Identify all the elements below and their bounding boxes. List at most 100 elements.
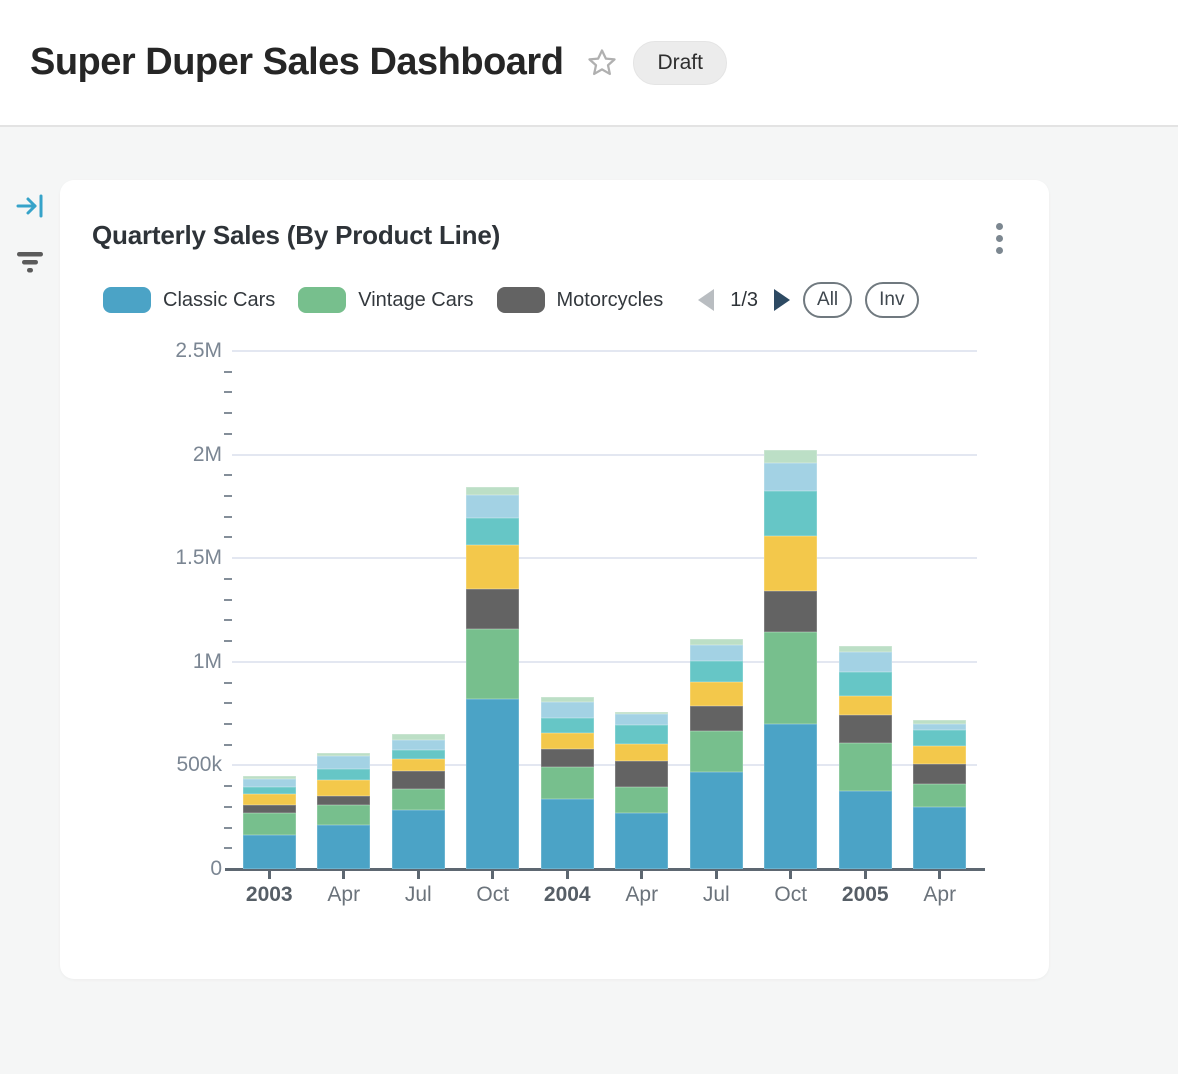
bar-segment-unlabeled-7[interactable] — [392, 734, 445, 740]
bar-segment-vintage-cars[interactable] — [690, 731, 743, 772]
x-tick-label: Jul — [381, 883, 455, 907]
bar-segment-unlabeled-4[interactable] — [615, 744, 668, 760]
x-tick — [715, 871, 718, 879]
bar-segment-motorcycles[interactable] — [317, 796, 370, 805]
bar-segment-motorcycles[interactable] — [615, 761, 668, 787]
x-tick — [491, 871, 494, 879]
y-minor-tick — [224, 516, 232, 518]
bar-segment-vintage-cars[interactable] — [764, 632, 817, 724]
bar-segment-unlabeled-7[interactable] — [317, 753, 370, 757]
bar-segment-vintage-cars[interactable] — [243, 813, 296, 835]
bar-segment-vintage-cars[interactable] — [392, 789, 445, 810]
bar-segment-unlabeled-6[interactable] — [690, 645, 743, 661]
bar-segment-vintage-cars[interactable] — [541, 767, 594, 799]
bar-segment-unlabeled-7[interactable] — [541, 697, 594, 702]
x-tick-label: 2005 — [828, 883, 902, 907]
bar-segment-unlabeled-7[interactable] — [243, 776, 296, 779]
x-tick — [268, 871, 271, 879]
bar-segment-unlabeled-4[interactable] — [317, 780, 370, 796]
x-tick — [566, 871, 569, 879]
bar-segment-unlabeled-6[interactable] — [615, 714, 668, 724]
bar-segment-vintage-cars[interactable] — [466, 629, 519, 699]
x-tick-label: 2003 — [232, 883, 306, 907]
bar-segment-motorcycles[interactable] — [541, 749, 594, 767]
bar-segment-unlabeled-4[interactable] — [243, 794, 296, 805]
bar-segment-vintage-cars[interactable] — [839, 743, 892, 791]
bar-segment-classic-cars[interactable] — [913, 807, 966, 869]
y-minor-tick — [224, 495, 232, 497]
bar-segment-unlabeled-4[interactable] — [541, 733, 594, 749]
bar-segment-motorcycles[interactable] — [690, 706, 743, 731]
bar-segment-classic-cars[interactable] — [764, 724, 817, 869]
bar-segment-unlabeled-5[interactable] — [243, 787, 296, 795]
arrow-to-bar-icon — [15, 193, 45, 219]
bar-segment-classic-cars[interactable] — [317, 825, 370, 869]
bar-segment-unlabeled-6[interactable] — [317, 756, 370, 769]
bar-segment-unlabeled-7[interactable] — [690, 639, 743, 645]
bar-segment-unlabeled-7[interactable] — [913, 720, 966, 724]
star-icon — [586, 47, 618, 79]
bar-segment-unlabeled-4[interactable] — [690, 682, 743, 706]
bar-segment-motorcycles[interactable] — [839, 715, 892, 743]
bar-segment-unlabeled-4[interactable] — [913, 746, 966, 764]
left-rail — [12, 188, 52, 300]
bar-segment-classic-cars[interactable] — [839, 791, 892, 869]
bar-segment-motorcycles[interactable] — [913, 764, 966, 785]
favorite-star-button[interactable] — [585, 46, 619, 80]
y-minor-tick — [224, 599, 232, 601]
bar-segment-unlabeled-5[interactable] — [913, 730, 966, 746]
filter-button[interactable] — [12, 244, 48, 280]
y-minor-tick — [224, 827, 232, 829]
bar-segment-unlabeled-5[interactable] — [317, 769, 370, 780]
bar-segment-unlabeled-5[interactable] — [541, 718, 594, 733]
bar-segment-motorcycles[interactable] — [243, 805, 296, 813]
bar-segment-unlabeled-7[interactable] — [466, 487, 519, 495]
y-tick-label: 1.5M — [160, 546, 222, 570]
x-tick-label: Oct — [754, 883, 828, 907]
bar-segment-unlabeled-6[interactable] — [392, 740, 445, 751]
bar-segment-unlabeled-6[interactable] — [243, 779, 296, 787]
bar-segment-unlabeled-4[interactable] — [839, 696, 892, 715]
x-tick-label: Apr — [605, 883, 679, 907]
bar-segment-unlabeled-7[interactable] — [839, 646, 892, 652]
x-tick-label: Oct — [456, 883, 530, 907]
bar-segment-unlabeled-6[interactable] — [913, 724, 966, 730]
y-minor-tick — [224, 847, 232, 849]
bar-segment-unlabeled-6[interactable] — [541, 702, 594, 718]
bar-segment-unlabeled-5[interactable] — [690, 661, 743, 682]
x-tick-label: Apr — [307, 883, 381, 907]
y-tick-label: 500k — [160, 753, 222, 777]
bar-segment-unlabeled-5[interactable] — [392, 750, 445, 758]
bar-segment-classic-cars[interactable] — [615, 813, 668, 869]
y-minor-tick — [224, 371, 232, 373]
bar-segment-unlabeled-4[interactable] — [764, 536, 817, 590]
bar-segment-classic-cars[interactable] — [466, 699, 519, 869]
bar-segment-unlabeled-5[interactable] — [615, 725, 668, 745]
y-tick-label: 0 — [160, 857, 222, 881]
bar-segment-vintage-cars[interactable] — [615, 787, 668, 813]
bar-segment-unlabeled-4[interactable] — [466, 545, 519, 589]
gridline — [232, 557, 977, 559]
bar-segment-unlabeled-6[interactable] — [839, 652, 892, 672]
bar-segment-motorcycles[interactable] — [392, 771, 445, 789]
bar-segment-unlabeled-4[interactable] — [392, 759, 445, 771]
y-minor-tick — [224, 391, 232, 393]
bar-segment-motorcycles[interactable] — [764, 591, 817, 633]
bar-segment-unlabeled-7[interactable] — [615, 712, 668, 715]
bar-segment-classic-cars[interactable] — [243, 835, 296, 869]
bar-segment-classic-cars[interactable] — [541, 799, 594, 869]
x-tick — [864, 871, 867, 879]
chart-card: Quarterly Sales (By Product Line) Classi… — [60, 180, 1049, 979]
bar-segment-unlabeled-5[interactable] — [764, 491, 817, 537]
bar-segment-classic-cars[interactable] — [392, 810, 445, 869]
bar-segment-unlabeled-7[interactable] — [764, 450, 817, 463]
bar-segment-unlabeled-6[interactable] — [466, 495, 519, 518]
bar-segment-classic-cars[interactable] — [690, 772, 743, 869]
bar-segment-vintage-cars[interactable] — [913, 784, 966, 806]
collapse-panel-button[interactable] — [12, 188, 48, 224]
bar-segment-unlabeled-5[interactable] — [839, 672, 892, 696]
bar-segment-vintage-cars[interactable] — [317, 805, 370, 826]
bar-segment-unlabeled-6[interactable] — [764, 463, 817, 491]
bar-segment-unlabeled-5[interactable] — [466, 518, 519, 545]
bar-segment-motorcycles[interactable] — [466, 589, 519, 629]
